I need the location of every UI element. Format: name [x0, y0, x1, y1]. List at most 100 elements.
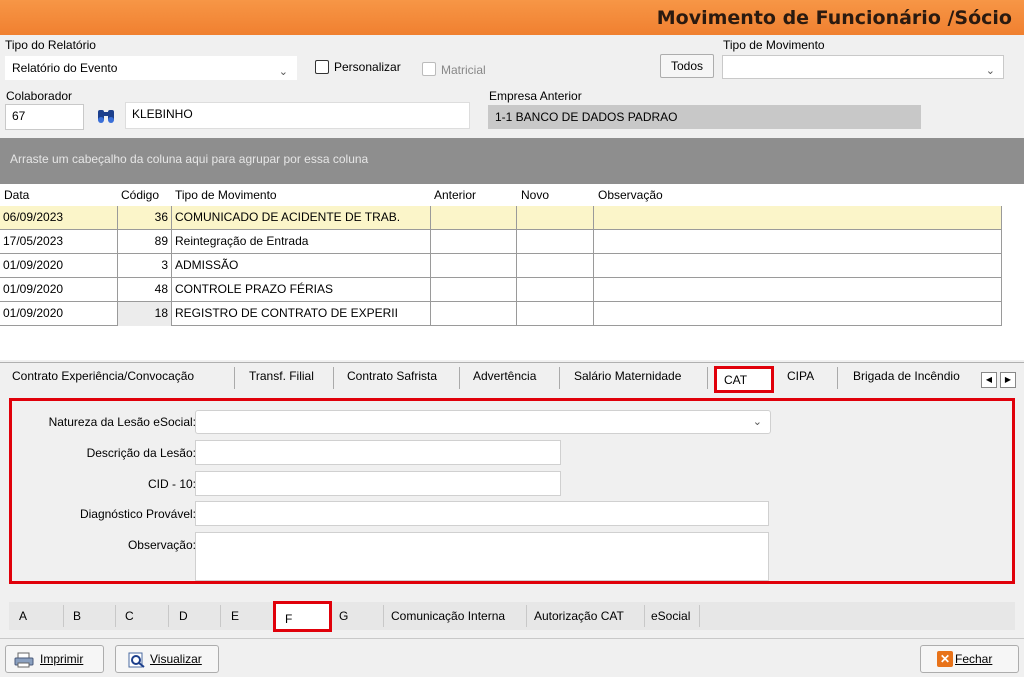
table-row[interactable]: 06/09/2023 36 COMUNICADO DE ACIDENTE DE TR…	[0, 206, 1002, 230]
fechar-label: Fechar	[955, 652, 993, 666]
chevron-down-icon: ⌄	[752, 416, 762, 428]
subtab-comunicacao-interna[interactable]: Comunicação Interna	[391, 609, 505, 623]
personalizar-checkbox[interactable]	[315, 60, 329, 77]
cid-input[interactable]	[195, 471, 561, 496]
tab-salario-maternidade[interactable]: Salário Maternidade	[574, 369, 681, 383]
descricao-input[interactable]	[195, 440, 561, 465]
cell-obs[interactable]	[594, 302, 1002, 326]
chevron-down-icon: ⌄	[278, 66, 288, 78]
imprimir-button[interactable]: Imprimir	[5, 645, 104, 673]
tipo-movimento-select[interactable]: ⌄	[722, 55, 1004, 79]
natureza-label: Natureza da Lesão eSocial:	[48, 415, 196, 429]
cell-codigo[interactable]: 48	[118, 278, 172, 302]
table-row[interactable]: 17/05/2023 89 Reintegração de Entrada	[0, 230, 1002, 254]
binoculars-search-icon[interactable]	[96, 108, 116, 124]
cell-anterior[interactable]	[431, 206, 517, 230]
cell-anterior[interactable]	[431, 254, 517, 278]
tipo-relatorio-label: Tipo do Relatório	[5, 38, 96, 52]
cell-tipo[interactable]: COMUNICADO DE ACIDENTE DE TRAB.	[172, 206, 431, 230]
tab-cat-label: CAT	[724, 373, 748, 387]
subtab-c[interactable]: C	[125, 609, 134, 623]
window-title: Movimento de Funcionário /Sócio	[656, 7, 1012, 29]
cell-obs[interactable]	[594, 206, 1002, 230]
col-header-data[interactable]: Data	[4, 188, 29, 206]
cell-anterior[interactable]	[431, 302, 517, 326]
cell-novo[interactable]	[517, 230, 594, 254]
colaborador-name-input[interactable]: KLEBINHO	[125, 102, 470, 129]
tab-cat-selected[interactable]: CAT	[714, 366, 774, 393]
col-header-codigo[interactable]: Código	[121, 188, 159, 206]
tab-contrato-experiencia[interactable]: Contrato Experiência/Convocação	[12, 369, 194, 383]
diagnostico-label: Diagnóstico Provável:	[79, 507, 196, 521]
cell-anterior[interactable]	[431, 278, 517, 302]
tipo-relatorio-value: Relatório do Evento	[12, 61, 118, 75]
cell-data[interactable]: 06/09/2023	[0, 206, 118, 230]
cell-novo[interactable]	[517, 206, 594, 230]
subtab-e[interactable]: E	[231, 609, 239, 623]
cell-obs[interactable]	[594, 254, 1002, 278]
colaborador-code-input[interactable]: 67	[5, 104, 84, 130]
tab-contrato-safrista[interactable]: Contrato Safrista	[347, 369, 437, 383]
empresa-anterior-field: 1-1 BANCO DE DADOS PADRAO	[488, 105, 921, 129]
natureza-select[interactable]: ⌄	[195, 410, 771, 434]
cell-novo[interactable]	[517, 254, 594, 278]
col-header-anterior[interactable]: Anterior	[434, 188, 476, 206]
tab-transf-filial[interactable]: Transf. Filial	[249, 369, 314, 383]
cell-tipo[interactable]: ADMISSÃO	[172, 254, 431, 278]
visualizar-button[interactable]: Visualizar	[115, 645, 219, 673]
subtabs: A B C D E F G Comunicação Interna Autori…	[9, 601, 1015, 632]
cell-codigo[interactable]: 36	[118, 206, 172, 230]
subtab-d[interactable]: D	[179, 609, 188, 623]
cell-obs[interactable]	[594, 230, 1002, 254]
personalizar-label: Personalizar	[334, 60, 401, 74]
tipo-movimento-label: Tipo de Movimento	[723, 38, 825, 52]
empresa-anterior-label: Empresa Anterior	[489, 89, 582, 103]
subtab-esocial[interactable]: eSocial	[651, 609, 690, 623]
table-row[interactable]: 01/09/2020 3 ADMISSÃO	[0, 254, 1002, 278]
movements-grid: Data Código Tipo de Movimento Anterior N…	[0, 184, 1024, 360]
subtab-g[interactable]: G	[339, 609, 348, 623]
cell-data[interactable]: 01/09/2020	[0, 302, 118, 326]
col-header-observacao[interactable]: Observação	[598, 188, 663, 206]
preview-icon	[128, 651, 146, 668]
cell-codigo[interactable]: 18	[118, 302, 172, 326]
fechar-button[interactable]: ✕ Fechar	[920, 645, 1019, 673]
chevron-down-icon: ⌄	[985, 65, 995, 77]
cell-obs[interactable]	[594, 278, 1002, 302]
cell-anterior[interactable]	[431, 230, 517, 254]
detail-tabs: Contrato Experiência/Convocação Transf. …	[0, 362, 1024, 394]
subtab-b[interactable]: B	[73, 609, 81, 623]
cell-codigo[interactable]: 3	[118, 254, 172, 278]
group-by-area[interactable]: Arraste um cabeçalho da coluna aqui para…	[0, 138, 1024, 184]
subtab-a[interactable]: A	[19, 609, 27, 623]
diagnostico-input[interactable]	[195, 501, 769, 526]
imprimir-label: Imprimir	[40, 652, 84, 666]
col-header-novo[interactable]: Novo	[521, 188, 549, 206]
tab-scroll-left-icon[interactable]: ◀	[981, 372, 997, 388]
cell-codigo[interactable]: 89	[118, 230, 172, 254]
cell-data[interactable]: 01/09/2020	[0, 254, 118, 278]
matricial-label: Matricial	[441, 63, 486, 77]
matricial-checkbox[interactable]	[422, 62, 436, 79]
col-header-tipo[interactable]: Tipo de Movimento	[175, 188, 277, 206]
subtab-f-label: F	[285, 612, 293, 626]
todos-button[interactable]: Todos	[660, 54, 714, 78]
cell-data[interactable]: 17/05/2023	[0, 230, 118, 254]
cell-tipo[interactable]: CONTROLE PRAZO FÉRIAS	[172, 278, 431, 302]
cell-tipo[interactable]: REGISTRO DE CONTRATO DE EXPERII	[172, 302, 431, 326]
observacao-textarea[interactable]	[195, 532, 769, 581]
tab-cipa[interactable]: CIPA	[787, 369, 814, 383]
table-row[interactable]: 01/09/2020 48 CONTROLE PRAZO FÉRIAS	[0, 278, 1002, 302]
cell-novo[interactable]	[517, 278, 594, 302]
tab-advertencia[interactable]: Advertência	[473, 369, 536, 383]
tab-scroll-right-icon[interactable]: ▶	[1000, 372, 1016, 388]
cid-label: CID - 10:	[147, 477, 196, 491]
subtab-f-selected[interactable]: F	[273, 601, 332, 632]
cell-novo[interactable]	[517, 302, 594, 326]
table-row[interactable]: 01/09/2020 18 REGISTRO DE CONTRATO DE EXPE…	[0, 302, 1002, 326]
cell-tipo[interactable]: Reintegração de Entrada	[172, 230, 431, 254]
tipo-relatorio-select[interactable]: Relatório do Evento ⌄	[5, 56, 297, 80]
cell-data[interactable]: 01/09/2020	[0, 278, 118, 302]
tab-brigada-incendio[interactable]: Brigada de Incêndio	[853, 369, 960, 383]
subtab-autorizacao-cat[interactable]: Autorização CAT	[534, 609, 624, 623]
